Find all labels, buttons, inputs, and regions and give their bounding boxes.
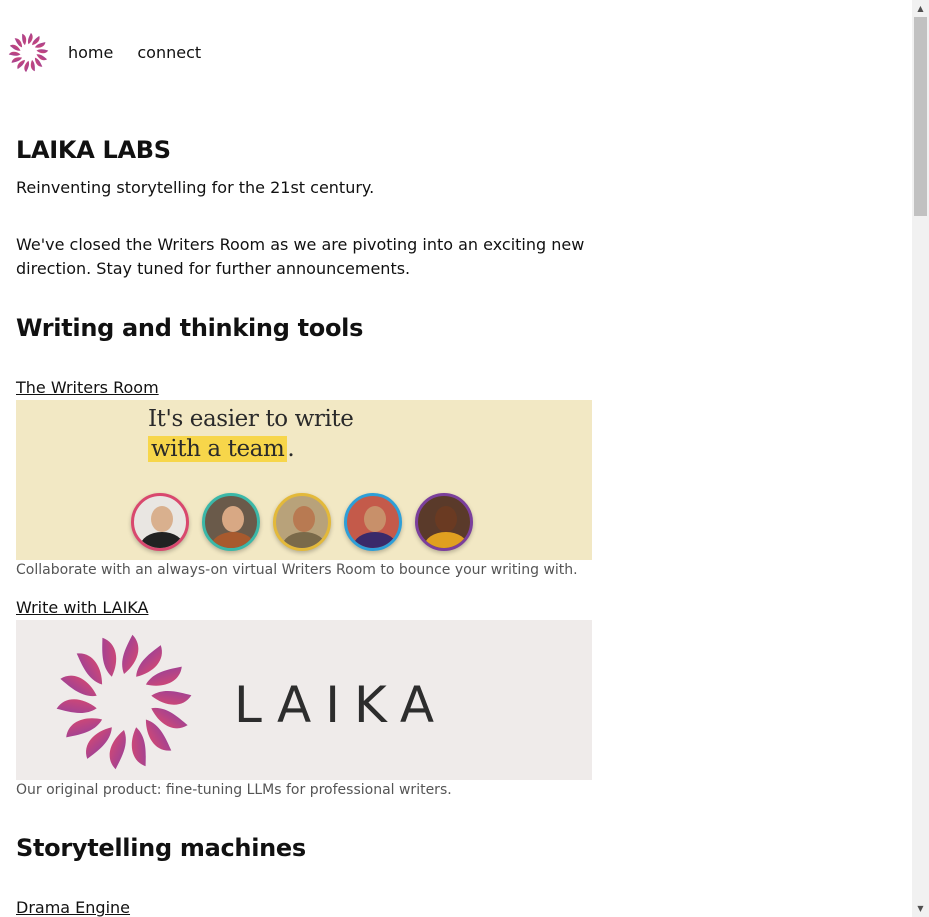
banner-headline-line1: It's easier to write — [148, 406, 354, 432]
banner-highlight-text: with a team — [148, 436, 288, 462]
scroll-thumb[interactable] — [914, 17, 927, 216]
section-heading-storytelling: Storytelling machines — [16, 834, 306, 862]
laika-wordmark: LAIKA — [234, 676, 449, 734]
avatar — [415, 493, 473, 551]
vertical-scrollbar[interactable]: ▲ ▼ — [912, 0, 929, 917]
writers-room-banner[interactable]: It's easier to write with a team. — [16, 400, 592, 560]
section-heading-tools: Writing and thinking tools — [16, 314, 364, 342]
nav-home-link[interactable]: home — [68, 43, 113, 62]
laika-flower-icon — [56, 634, 192, 770]
announcement-text: We've closed the Writers Room as we are … — [16, 235, 585, 278]
page-title: LAIKA LABS — [16, 136, 171, 164]
drama-engine-link[interactable]: Drama Engine — [16, 898, 130, 917]
banner-period: . — [287, 436, 295, 462]
write-with-laika-link[interactable]: Write with LAIKA — [16, 598, 148, 617]
scroll-down-arrow-icon[interactable]: ▼ — [912, 900, 929, 917]
avatar — [202, 493, 260, 551]
avatar — [273, 493, 331, 551]
writers-room-link[interactable]: The Writers Room — [16, 378, 159, 397]
tagline: Reinventing storytelling for the 21st ce… — [16, 178, 375, 197]
nav-connect-link[interactable]: connect — [137, 43, 201, 62]
laika-banner[interactable]: LAIKA — [16, 620, 592, 780]
avatar-row — [131, 493, 486, 551]
page: home connect LAIKA LABS Reinventing stor… — [0, 0, 912, 917]
avatar — [131, 493, 189, 551]
scroll-up-arrow-icon[interactable]: ▲ — [912, 0, 929, 17]
avatar — [344, 493, 402, 551]
banner-headline-line2: with a team. — [148, 436, 295, 462]
laika-flower-icon[interactable] — [8, 32, 49, 73]
top-nav: home connect — [8, 31, 201, 73]
writers-room-caption: Collaborate with an always-on virtual Wr… — [16, 562, 578, 578]
laika-caption: Our original product: fine-tuning LLMs f… — [16, 782, 452, 798]
